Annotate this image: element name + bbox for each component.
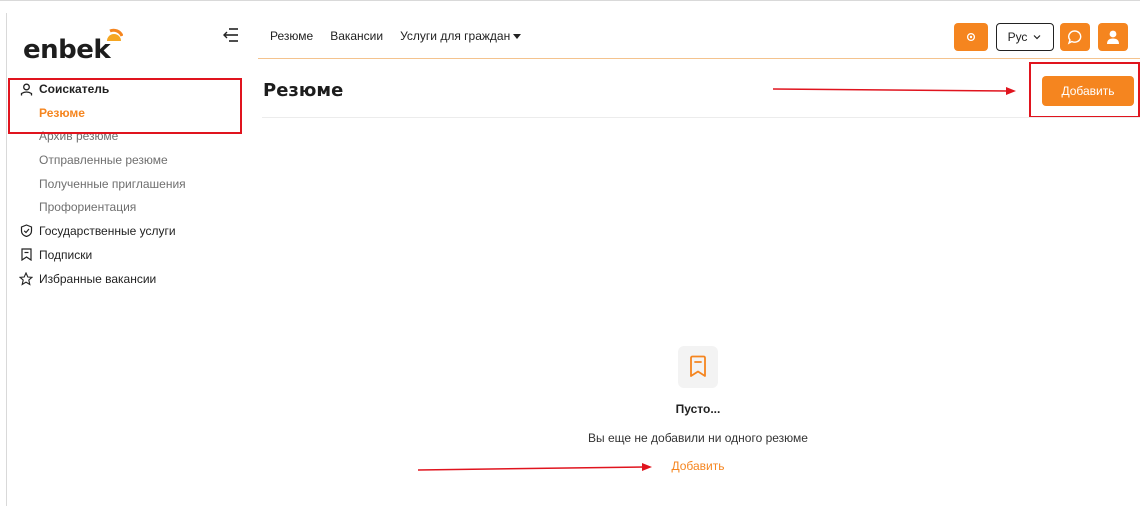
empty-state-description: Вы еще не добавили ни одного резюме: [588, 431, 808, 445]
sidebar-subitem-sent-resumes[interactable]: Отправленные резюме: [7, 148, 251, 172]
sidebar-subitem-career-guidance[interactable]: Профориентация: [7, 195, 251, 219]
arrow-to-add-button: [772, 87, 1016, 95]
shield-check-icon: [19, 224, 33, 238]
top-bar: Резюме Вакансии Услуги для граждан Рус: [258, 13, 1140, 59]
add-resume-button[interactable]: Добавить: [1042, 76, 1134, 106]
user-icon: [19, 82, 33, 96]
eye-icon: [966, 32, 976, 42]
star-icon: [19, 271, 33, 286]
sidebar-item-label: Государственные услуги: [39, 223, 176, 238]
sidebar-subitem-received-invitations[interactable]: Полученные приглашения: [7, 172, 251, 196]
sidebar-item-public-services[interactable]: Государственные услуги: [7, 219, 251, 243]
sidebar: enbek Соискатель Резюме Архив резюме Отп…: [6, 13, 250, 506]
bookmark-icon: [19, 248, 33, 262]
sidebar-item-label: Соискатель: [39, 82, 110, 96]
profile-button[interactable]: [1098, 23, 1128, 51]
chevron-down-icon: [1034, 35, 1041, 40]
logo-text: enbek: [23, 35, 111, 65]
caret-down-icon: [513, 34, 522, 40]
sidebar-item-job-seeker[interactable]: Соискатель: [7, 77, 251, 101]
empty-state-title: Пусто...: [675, 402, 721, 416]
sidebar-item-label: Избранные вакансии: [39, 271, 157, 286]
sidebar-subitem-resume[interactable]: Резюме: [7, 101, 251, 125]
empty-state-icon-box: [678, 346, 718, 388]
logo[interactable]: enbek: [23, 23, 123, 65]
app-frame: enbek Соискатель Резюме Архив резюме Отп…: [0, 0, 1140, 506]
sidebar-item-subscriptions[interactable]: Подписки: [7, 243, 251, 267]
sidebar-item-favorite-vacancies[interactable]: Избранные вакансии: [7, 267, 251, 291]
arrow-to-add-link: [417, 463, 652, 471]
nav-link-vacancies[interactable]: Вакансии: [330, 29, 383, 43]
sidebar-subitem-resume-archive[interactable]: Архив резюме: [7, 125, 251, 149]
user-avatar-icon: [1107, 30, 1119, 44]
top-nav: Резюме Вакансии Услуги для граждан: [270, 29, 522, 43]
empty-state-add-link[interactable]: Добавить: [655, 459, 741, 473]
divider: [262, 117, 1140, 118]
chat-bubble-icon: [1067, 30, 1082, 45]
bookmark-icon: [690, 355, 706, 377]
page-title: Резюме: [263, 80, 344, 101]
chat-button[interactable]: [1060, 23, 1090, 51]
nav-link-resume[interactable]: Резюме: [270, 29, 313, 43]
sun-icon: [107, 28, 123, 41]
language-select[interactable]: Рус: [996, 23, 1054, 51]
nav-dropdown-citizen-services[interactable]: Услуги для граждан: [400, 29, 522, 43]
language-value: Рус: [1007, 30, 1028, 44]
nav-dropdown-label: Услуги для граждан: [400, 29, 511, 43]
sidebar-nav: Соискатель Резюме Архив резюме Отправлен…: [7, 77, 251, 291]
collapse-menu-icon[interactable]: [221, 27, 239, 43]
accessibility-button[interactable]: [954, 23, 988, 51]
sidebar-item-label: Подписки: [39, 247, 93, 262]
